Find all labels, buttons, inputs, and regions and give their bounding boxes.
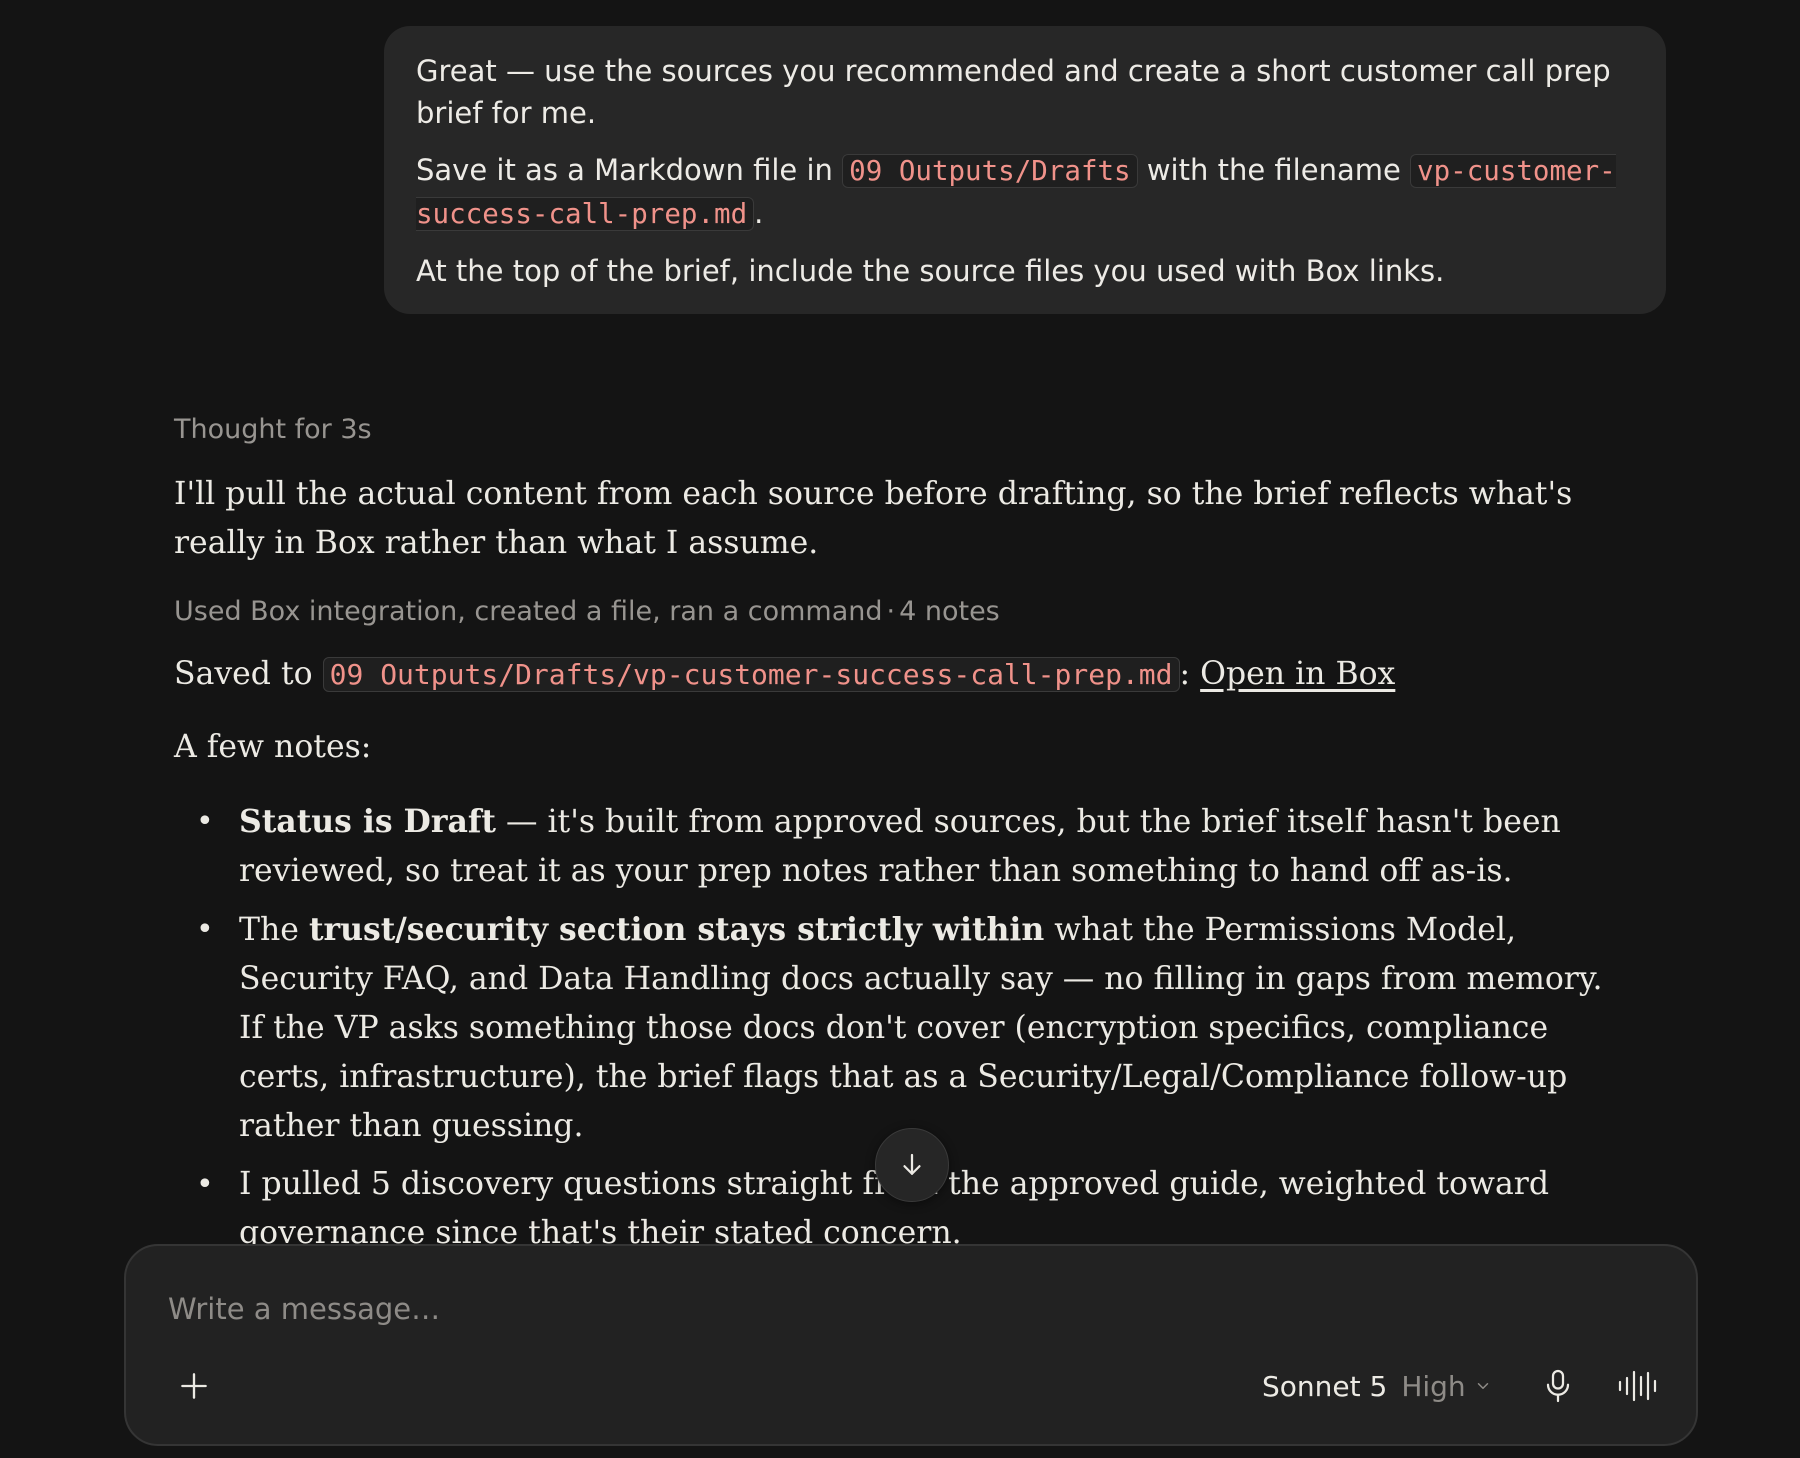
message-composer: Sonnet 5 High — [124, 1244, 1698, 1446]
saved-location: Saved to 09 Outputs/Drafts/vp-customer-s… — [174, 650, 1614, 699]
chevron-down-icon — [1474, 1377, 1492, 1395]
list-item: • Status is Draft — it's built from appro… — [174, 797, 1614, 896]
message-input[interactable] — [168, 1284, 1568, 1334]
bullet: • — [196, 804, 214, 839]
save-prefix-text: Save it as a Markdown file in — [416, 153, 843, 187]
notes-heading: A few notes: — [174, 729, 372, 765]
plus-icon — [181, 1373, 207, 1399]
folder-code: 09 Outputs/Drafts — [842, 154, 1138, 188]
tools-summary-text: Used Box integration, created a file, ra… — [174, 596, 883, 627]
note-bold: trust/security section stays strictly wi… — [308, 911, 1045, 948]
voice-waveform-icon — [1618, 1370, 1657, 1402]
voice-mode-button[interactable] — [1614, 1364, 1662, 1408]
list-item: • The trust/security section stays strict… — [174, 905, 1614, 1151]
model-name: Sonnet 5 — [1262, 1369, 1388, 1403]
notes-count: 4 notes — [899, 596, 1000, 627]
arrow-down-icon — [903, 1153, 921, 1175]
bullet: • — [196, 1167, 214, 1202]
note-prefix: The — [239, 912, 309, 948]
saved-path-code: 09 Outputs/Drafts/vp-customer-success-ca… — [322, 657, 1180, 692]
save-middle-text: with the filename — [1137, 153, 1411, 187]
microphone-icon — [1546, 1369, 1570, 1403]
open-in-box-link[interactable]: Open in Box — [1200, 656, 1395, 692]
dictation-button[interactable] — [1538, 1364, 1578, 1408]
tools-separator: · — [886, 596, 896, 627]
user-message-line-1: Great — use the sources you recommended … — [416, 54, 1611, 130]
user-message-bubble: Great — use the sources you recommended … — [384, 26, 1666, 314]
assistant-intro: I'll pull the actual content from each s… — [174, 476, 1573, 561]
effort-level: High — [1401, 1369, 1466, 1403]
saved-prefix: Saved to — [174, 656, 323, 692]
add-attachment-button[interactable] — [174, 1366, 214, 1406]
model-selector[interactable]: Sonnet 5 High — [1262, 1364, 1492, 1408]
save-suffix-text: . — [754, 196, 764, 230]
user-message-line-3: At the top of the brief, include the sou… — [416, 254, 1445, 288]
scroll-to-bottom-button[interactable] — [875, 1128, 949, 1202]
thought-toggle[interactable]: Thought for 3s — [174, 412, 1614, 448]
tool-usage-summary[interactable]: Used Box integration, created a file, ra… — [174, 594, 1614, 630]
saved-colon: : — [1179, 656, 1201, 692]
note-bold: Status is Draft — [239, 803, 496, 840]
user-message-line-2: Save it as a Markdown file in 09 Outputs… — [416, 149, 1634, 235]
bullet: • — [196, 912, 214, 947]
